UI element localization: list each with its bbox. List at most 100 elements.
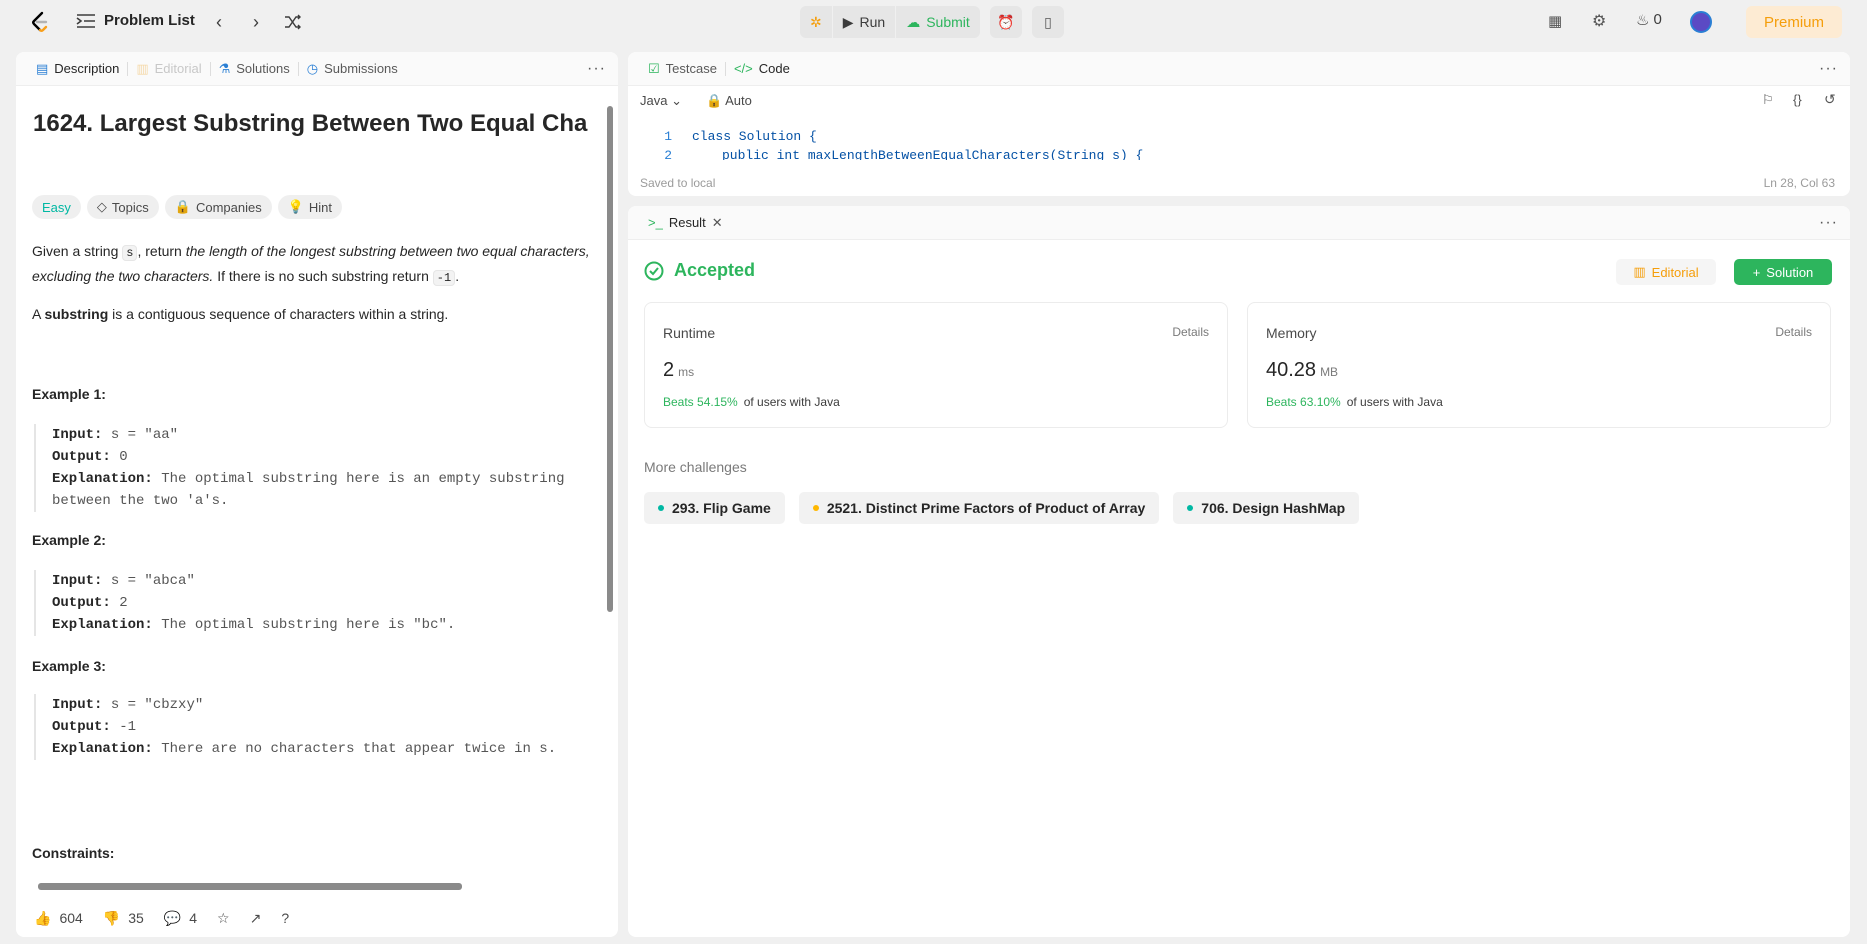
explanation-label: Explanation: xyxy=(52,617,153,633)
topics-label: Topics xyxy=(111,199,149,215)
example-block: Input: s = "aa" Output: 0 Explanation: T… xyxy=(34,424,594,512)
next-problem-icon[interactable]: › xyxy=(253,12,259,33)
page-title: 1624. Largest Substring Between Two Equa… xyxy=(33,110,588,137)
history-icon: ◷ xyxy=(306,60,319,76)
runtime-beats: Beats 54.15% of users with Java xyxy=(663,395,840,409)
reset-icon[interactable]: ↺ xyxy=(1824,91,1836,108)
runtime-title: Runtime xyxy=(663,325,716,341)
bookmark-icon[interactable]: ⚐ xyxy=(1762,92,1774,108)
vertical-scrollbar[interactable] xyxy=(606,90,614,868)
format-braces-icon[interactable]: {} xyxy=(1793,92,1802,107)
avatar[interactable] xyxy=(1690,11,1712,33)
example-output: -1 xyxy=(119,719,137,735)
play-icon: ▶ xyxy=(842,13,854,30)
problem-list-label: Problem List xyxy=(104,12,195,29)
language-select[interactable]: Java ⌄ xyxy=(640,93,682,109)
debug-button[interactable]: ✲ xyxy=(800,6,833,38)
close-icon[interactable]: ✕ xyxy=(712,215,723,231)
settings-gear-icon[interactable]: ⚙ xyxy=(1592,11,1606,31)
terminal-icon: >_ xyxy=(648,215,663,230)
dislike-button[interactable]: 👎 35 xyxy=(103,910,144,927)
premium-button[interactable]: Premium xyxy=(1746,6,1842,38)
tab-editorial[interactable]: ▥ Editorial xyxy=(128,61,209,77)
companies-pill[interactable]: 🔒 Companies xyxy=(164,195,272,219)
comments-button[interactable]: 💬 4 xyxy=(164,910,197,927)
comment-count: 4 xyxy=(189,909,198,926)
tab-submissions-label: Submissions xyxy=(324,61,398,76)
help-icon[interactable]: ? xyxy=(281,910,289,926)
prev-problem-icon[interactable]: ‹ xyxy=(216,12,222,33)
code-line[interactable]: 2 public int maxLengthBetweenEqualCharact… xyxy=(640,148,1143,160)
like-button[interactable]: 👍 604 xyxy=(34,910,83,927)
streak-counter[interactable]: ♨ 0 xyxy=(1636,11,1662,29)
line-number: 1 xyxy=(664,129,672,144)
tab-editorial-label: Editorial xyxy=(154,61,202,76)
editorial-button[interactable]: ▥ Editorial xyxy=(1616,259,1716,285)
statement-text: If there is no such substring return xyxy=(213,268,433,284)
statement-text: Given a string xyxy=(32,243,123,259)
plus-icon: + xyxy=(1752,264,1761,280)
run-button[interactable]: ▶ Run xyxy=(833,6,897,38)
more-options-icon[interactable]: ··· xyxy=(1819,60,1838,78)
notes-button[interactable]: ▯ xyxy=(1032,6,1064,38)
tab-submissions[interactable]: ◷ Submissions xyxy=(299,61,406,77)
memory-beats-suffix: of users with Java xyxy=(1346,395,1443,409)
more-options-icon[interactable]: ··· xyxy=(1819,214,1838,232)
hint-pill[interactable]: 💡 Hint xyxy=(277,195,343,219)
memory-card[interactable]: Memory Details 40.28 MB Beats 63.10% of us… xyxy=(1247,302,1831,428)
topics-pill[interactable]: ◇ Topics xyxy=(86,195,159,219)
problem-list-button[interactable]: Problem List xyxy=(76,12,195,29)
code-line[interactable]: 1 class Solution { xyxy=(640,129,817,144)
problem-tags: Easy ◇ Topics 🔒 Companies 💡 Hint xyxy=(32,195,343,219)
add-solution-button[interactable]: + Solution xyxy=(1734,259,1832,285)
leetcode-logo-icon[interactable] xyxy=(28,10,52,34)
difficulty-dot xyxy=(1187,505,1194,511)
auto-mode[interactable]: 🔒 Auto xyxy=(706,93,752,109)
example-block: Input: s = "abca" Output: 2 Explanation:… xyxy=(34,570,594,636)
challenge-chip[interactable]: 2521. Distinct Prime Factors of Product … xyxy=(798,492,1160,524)
scrollbar-thumb[interactable] xyxy=(607,106,613,612)
layout-icon[interactable]: ▦ xyxy=(1548,12,1562,30)
output-label: Output: xyxy=(52,449,111,465)
shuffle-icon[interactable] xyxy=(284,14,302,30)
run-label: Run xyxy=(859,14,886,30)
explanation-label: Explanation: xyxy=(52,741,153,757)
list-icon xyxy=(76,13,95,28)
result-tabs: >_ Result ✕ ··· xyxy=(628,206,1850,240)
memory-details-link[interactable]: Details xyxy=(1775,325,1812,339)
tab-code[interactable]: </> Code xyxy=(726,61,798,76)
status-text: Accepted xyxy=(674,260,756,280)
example-explanation: The optimal substring here is "bc". xyxy=(161,617,456,633)
share-icon[interactable]: ↗ xyxy=(250,910,262,927)
runtime-beats-suffix: of users with Java xyxy=(743,395,840,409)
fire-icon: ♨ xyxy=(1636,12,1650,29)
thumbs-up-icon: 👍 xyxy=(34,909,52,926)
tab-solutions-label: Solutions xyxy=(236,61,290,76)
statement-text: . xyxy=(455,268,460,284)
submit-button[interactable]: ☁ Submit xyxy=(896,6,980,38)
more-options-icon[interactable]: ··· xyxy=(587,60,606,78)
runtime-card[interactable]: Runtime Details 2 ms Beats 54.15% of users… xyxy=(644,302,1228,428)
cursor-position: Ln 28, Col 63 xyxy=(1763,176,1835,190)
code-tabs: ☑ Testcase </> Code ··· xyxy=(628,52,1850,86)
challenge-chip[interactable]: 293. Flip Game xyxy=(644,492,785,524)
scrollbar-thumb[interactable] xyxy=(38,883,462,890)
input-label: Input: xyxy=(52,573,103,589)
tab-solutions[interactable]: ⚗ Solutions xyxy=(211,61,298,77)
language-label: Java xyxy=(640,93,668,108)
runtime-details-link[interactable]: Details xyxy=(1172,325,1209,339)
cloud-upload-icon: ☁ xyxy=(906,13,921,30)
input-label: Input: xyxy=(52,697,103,713)
favorite-star-icon[interactable]: ☆ xyxy=(217,910,230,927)
definition-text: is a contiguous sequence of characters w… xyxy=(108,306,449,322)
substring-definition: A substring is a contiguous sequence of … xyxy=(32,303,592,326)
tab-testcase[interactable]: ☑ Testcase xyxy=(640,61,725,77)
timer-button[interactable]: ⏰ xyxy=(990,6,1022,38)
description-footer: 👍 604 👎 35 💬 4 ☆ ↗ ? xyxy=(16,899,618,937)
tab-result[interactable]: >_ Result ✕ xyxy=(640,215,731,231)
mode-label: Auto xyxy=(725,93,752,108)
flask-icon: ⚗ xyxy=(218,60,231,76)
challenge-chip[interactable]: 706. Design HashMap xyxy=(1173,492,1360,524)
horizontal-scrollbar[interactable] xyxy=(22,882,592,890)
tab-description[interactable]: ▤ Description xyxy=(28,61,127,77)
